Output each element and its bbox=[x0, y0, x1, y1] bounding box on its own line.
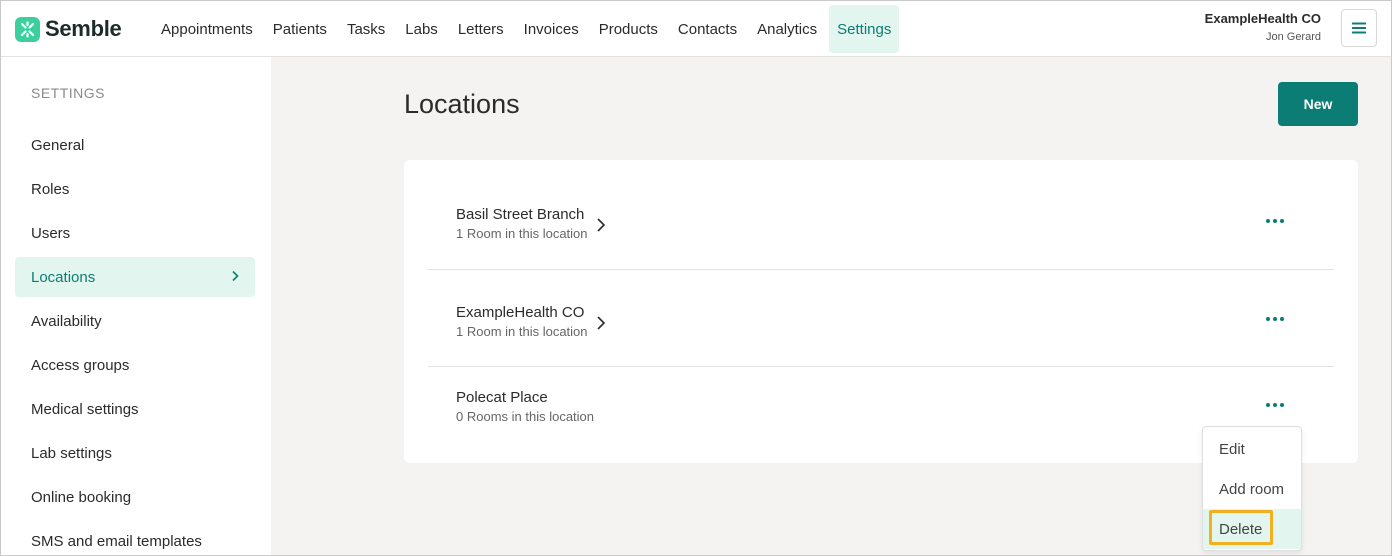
location-room-count: 1 Room in this location bbox=[456, 324, 588, 339]
nav-settings[interactable]: Settings bbox=[829, 5, 900, 53]
sidebar-item-lab-settings[interactable]: Lab settings bbox=[15, 433, 255, 473]
nav-products[interactable]: Products bbox=[591, 5, 666, 53]
location-name: Polecat Place bbox=[456, 389, 548, 406]
sidebar-list: General Roles Users Locations Availabili… bbox=[15, 125, 255, 555]
sidebar-item-label: Users bbox=[31, 224, 71, 242]
nav-letters[interactable]: Letters bbox=[450, 5, 512, 53]
page-title: Locations bbox=[404, 89, 520, 119]
location-name: ExampleHealth CO bbox=[456, 304, 585, 321]
menu-item-delete[interactable]: Delete bbox=[1203, 509, 1301, 549]
location-name: Basil Street Branch bbox=[456, 206, 585, 223]
more-options-icon[interactable] bbox=[1262, 212, 1288, 230]
locations-card: Basil Street Branch 1 Room in this locat… bbox=[404, 160, 1358, 463]
sidebar-item-locations[interactable]: Locations bbox=[15, 257, 255, 297]
location-link[interactable]: ExampleHealth CO 1 Room in this location bbox=[456, 304, 606, 339]
menu-item-edit[interactable]: Edit bbox=[1203, 429, 1301, 469]
nav-appointments[interactable]: Appointments bbox=[153, 5, 261, 53]
sidebar-item-roles[interactable]: Roles bbox=[15, 169, 255, 209]
sidebar-heading: SETTINGS bbox=[31, 85, 106, 101]
app-window: Semble Appointments Patients Tasks Labs … bbox=[0, 0, 1392, 556]
chevron-right-icon bbox=[596, 315, 605, 330]
new-location-button[interactable]: New bbox=[1278, 82, 1358, 126]
semble-logo[interactable]: Semble bbox=[15, 16, 122, 42]
sidebar-item-label: SMS and email templates bbox=[31, 532, 202, 550]
sidebar-item-label: General bbox=[31, 136, 85, 154]
sidebar-item-label: Availability bbox=[31, 312, 102, 330]
menu-item-add-room[interactable]: Add room bbox=[1203, 469, 1301, 509]
semble-logo-icon bbox=[15, 16, 40, 42]
nav-labs[interactable]: Labs bbox=[397, 5, 446, 53]
nav-invoices[interactable]: Invoices bbox=[516, 5, 587, 53]
more-options-icon[interactable] bbox=[1262, 310, 1288, 328]
brand-name: Semble bbox=[45, 16, 122, 41]
sidebar-item-medical-settings[interactable]: Medical settings bbox=[15, 389, 255, 429]
sidebar-item-label: Access groups bbox=[31, 356, 130, 374]
sidebar-item-access-groups[interactable]: Access groups bbox=[15, 345, 255, 385]
hamburger-icon bbox=[1352, 22, 1366, 34]
nav-analytics[interactable]: Analytics bbox=[749, 5, 825, 53]
sidebar-item-online-booking[interactable]: Online booking bbox=[15, 477, 255, 517]
sidebar-item-general[interactable]: General bbox=[15, 125, 255, 165]
sidebar-item-label: Medical settings bbox=[31, 400, 139, 418]
chevron-right-icon bbox=[596, 217, 605, 232]
sidebar-item-users[interactable]: Users bbox=[15, 213, 255, 253]
nav-contacts[interactable]: Contacts bbox=[670, 5, 745, 53]
sidebar-item-sms-email-templates[interactable]: SMS and email templates bbox=[15, 521, 255, 555]
more-options-icon[interactable] bbox=[1262, 396, 1288, 414]
top-bar: Semble Appointments Patients Tasks Labs … bbox=[1, 1, 1391, 57]
sidebar-item-label: Online booking bbox=[31, 488, 132, 506]
location-row: Basil Street Branch 1 Room in this locat… bbox=[428, 172, 1334, 269]
sidebar-item-label: Lab settings bbox=[31, 444, 112, 462]
location-room-count: 0 Rooms in this location bbox=[456, 409, 595, 424]
nav-patients[interactable]: Patients bbox=[265, 5, 335, 53]
location-link[interactable]: Basil Street Branch 1 Room in this locat… bbox=[456, 206, 606, 241]
chevron-right-icon bbox=[232, 270, 239, 282]
user-info[interactable]: ExampleHealth CO Jon Gerard bbox=[1205, 11, 1321, 43]
user-organisation: ExampleHealth CO bbox=[1204, 11, 1321, 26]
main-menu-button[interactable] bbox=[1341, 9, 1377, 47]
user-name: Jon Gerard bbox=[1265, 31, 1321, 43]
nav-tasks[interactable]: Tasks bbox=[339, 5, 393, 53]
location-row: Polecat Place 0 Rooms in this location bbox=[428, 366, 1334, 463]
main-nav: Appointments Patients Tasks Labs Letters… bbox=[153, 5, 903, 53]
location-room-count: 1 Room in this location bbox=[456, 226, 588, 241]
location-link[interactable]: Polecat Place 0 Rooms in this location bbox=[456, 389, 594, 424]
sidebar-item-label: Locations bbox=[31, 268, 96, 286]
sidebar-item-label: Roles bbox=[31, 180, 70, 198]
location-actions-menu: Edit Add room Delete bbox=[1202, 426, 1302, 551]
settings-sidebar: SETTINGS General Roles Users Locations A… bbox=[1, 57, 271, 555]
sidebar-item-availability[interactable]: Availability bbox=[15, 301, 255, 341]
location-row: ExampleHealth CO 1 Room in this location bbox=[428, 269, 1334, 366]
